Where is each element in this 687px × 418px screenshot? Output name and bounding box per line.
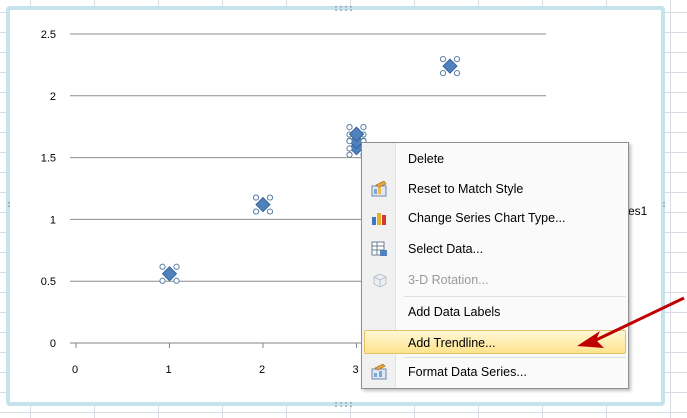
menu-item-format-data-series[interactable]: Format Data Series... [364,360,626,384]
menu-item-select-data[interactable]: Select Data... [364,237,626,261]
menu-item-delete[interactable]: Delete [364,147,626,171]
selection-handle [173,277,180,284]
selection-handle [346,151,353,158]
selection-handle [346,138,353,145]
context-menu: Delete Reset to Match Style Change Serie… [361,142,629,389]
y-tick-label[interactable]: 2.5 [41,29,56,41]
y-tick-label[interactable]: 1 [50,214,56,226]
selection-handle [453,70,461,77]
menu-item-reset-style[interactable]: Reset to Match Style [364,177,626,201]
data-point[interactable] [439,56,461,77]
selection-handle [346,145,353,152]
y-tick-label[interactable]: 1.5 [41,153,56,165]
x-tick-label[interactable]: 3 [353,364,359,376]
menu-item-add-data-labels[interactable]: Add Data Labels [364,300,626,324]
menu-item-change-chart-type[interactable]: Change Series Chart Type... [364,206,626,230]
selection-handle [252,208,260,215]
selection-handle [439,56,447,63]
selection-handle [346,124,353,131]
rotation-3d-icon [373,273,387,288]
x-tick-label[interactable]: 1 [166,364,172,376]
y-tick-label[interactable]: 0.5 [41,276,56,288]
select-data-icon [371,241,387,256]
selection-handle [252,194,260,201]
format-series-icon [371,364,387,380]
selection-handle [439,70,447,77]
selection-handle [453,56,461,63]
reset-style-icon [371,181,387,197]
y-tick-label[interactable]: 0 [50,338,56,350]
selection-handle [360,124,367,131]
menu-separator [404,296,626,297]
selection-handle [159,263,166,270]
y-tick-label[interactable]: 2 [50,91,56,103]
selection-handle [159,277,166,284]
chart-type-icon [372,213,386,225]
data-point[interactable] [159,263,180,284]
selection-handle [266,194,274,201]
menu-separator [404,357,626,358]
x-tick-label[interactable]: 2 [259,364,265,376]
selection-handle [266,208,274,215]
menu-item-add-trendline[interactable]: Add Trendline... [364,330,626,354]
data-point[interactable] [252,194,274,215]
legend-entry[interactable]: es1 [628,204,648,218]
menu-item-3d-rotation[interactable]: 3-D Rotation... [364,268,626,292]
x-tick-label[interactable]: 0 [72,364,78,376]
selection-handle [173,263,180,270]
data-point[interactable] [346,124,367,145]
